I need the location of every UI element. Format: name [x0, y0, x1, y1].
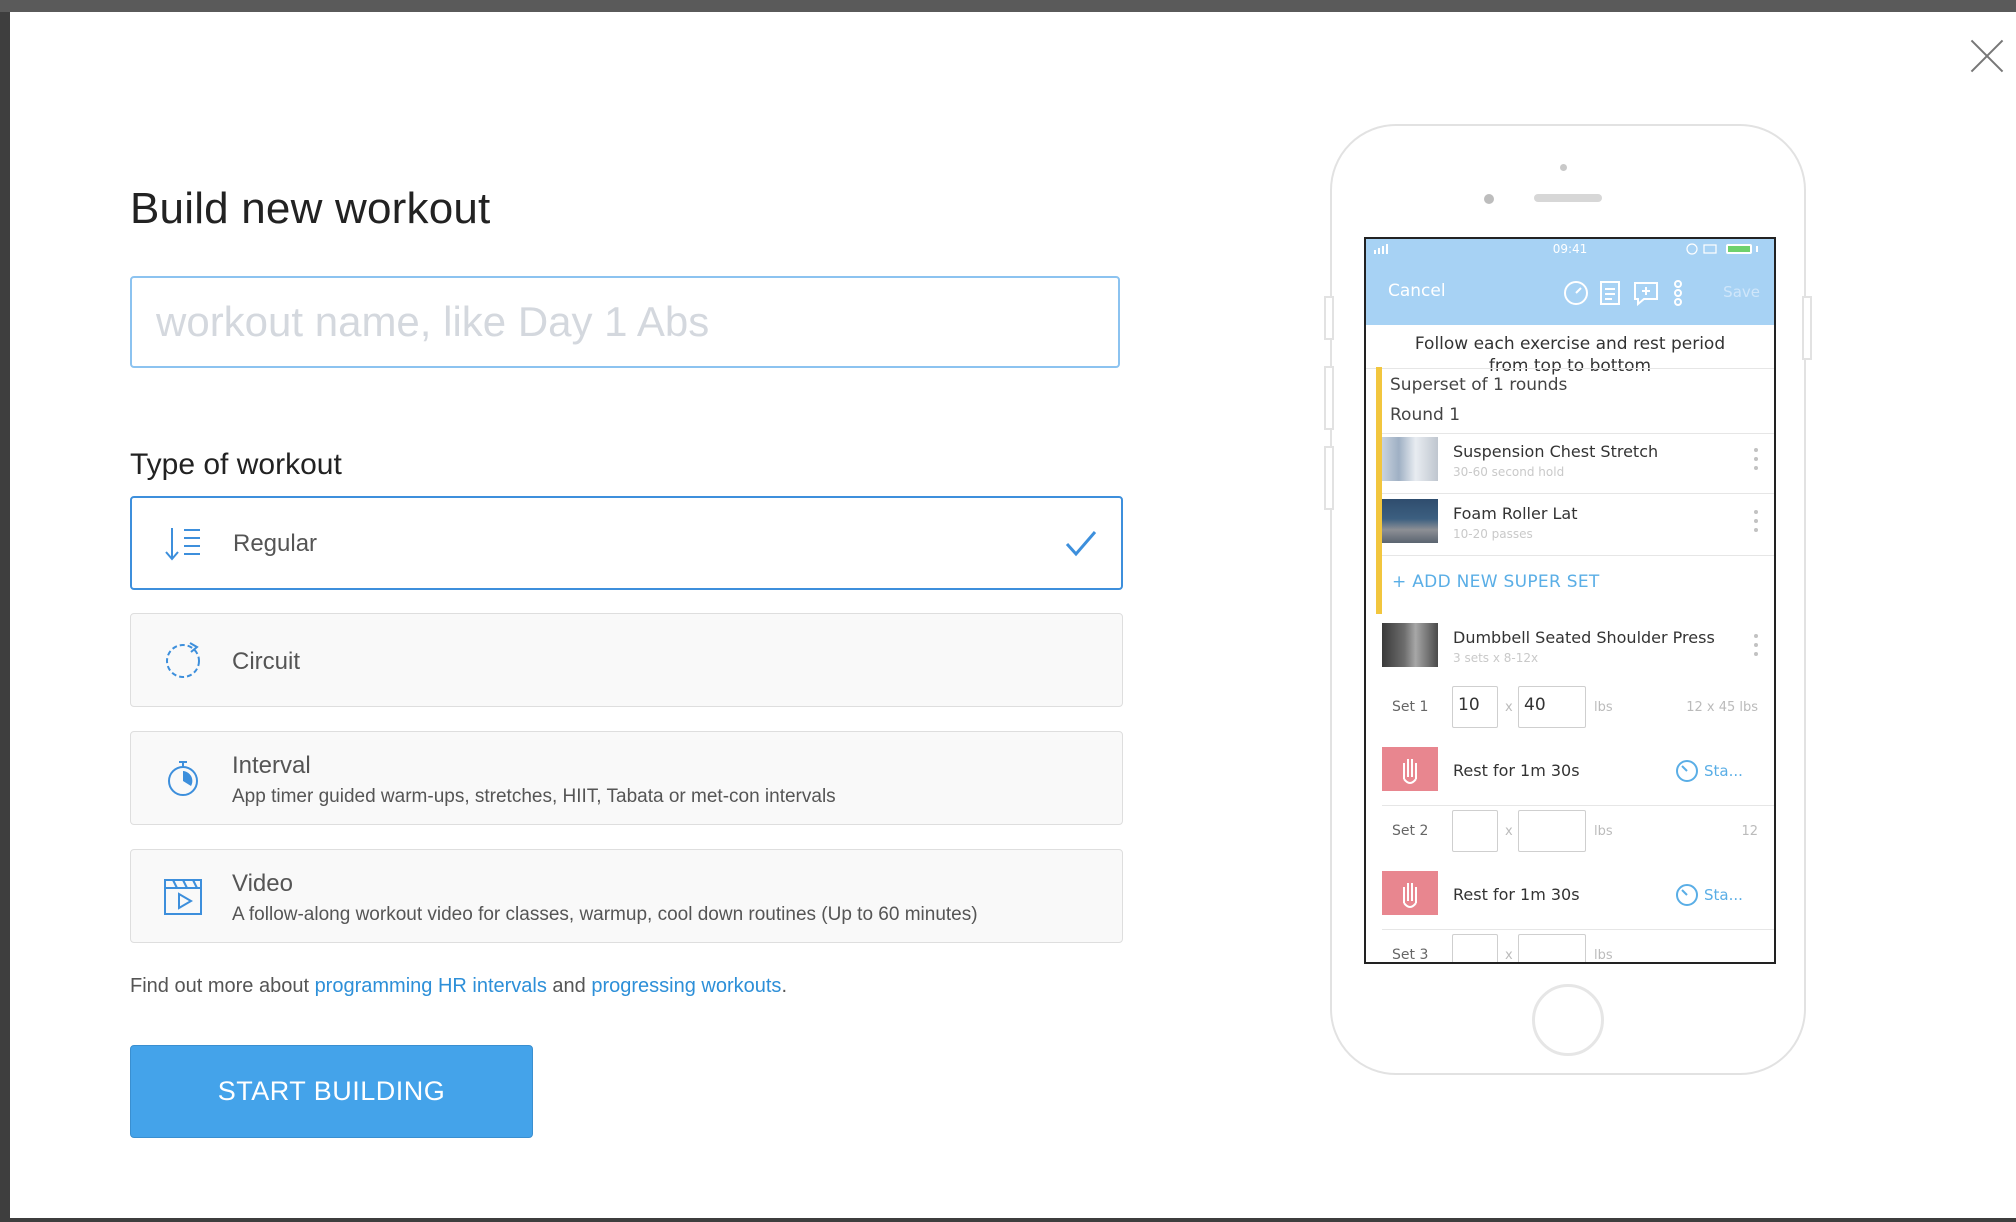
exercise-thumbnail — [1382, 499, 1438, 543]
weight-input[interactable]: 40 — [1518, 686, 1586, 728]
video-clapper-icon — [164, 879, 202, 915]
option-title-interval: Interval — [232, 752, 311, 779]
round-label: Round 1 — [1390, 405, 1461, 425]
rest-label: Rest for 1m 30s — [1453, 885, 1580, 904]
progressing-workouts-link[interactable]: progressing workouts — [591, 975, 781, 997]
info-suffix: . — [781, 975, 787, 997]
reps-input[interactable] — [1452, 810, 1498, 852]
status-bar: 09:41 — [1366, 239, 1774, 259]
option-desc-video: A follow-along workout video for classes… — [232, 904, 978, 925]
circuit-refresh-icon — [166, 642, 200, 678]
exercise-menu-icon[interactable] — [1754, 510, 1758, 532]
rest-thumbnail — [1382, 871, 1438, 915]
reps-input[interactable] — [1452, 934, 1498, 962]
weight-input[interactable] — [1518, 934, 1586, 962]
reps-input[interactable]: 10 — [1452, 686, 1498, 728]
exercise-detail: 3 sets x 8-12x — [1453, 651, 1539, 665]
weight-input[interactable] — [1518, 810, 1586, 852]
rest-timer-icon — [1676, 884, 1698, 906]
divider — [1366, 368, 1774, 369]
hr-intervals-link[interactable]: programming HR intervals — [315, 975, 547, 997]
info-text: Find out more about programming HR inter… — [130, 975, 787, 998]
phone-side-button — [1324, 296, 1334, 340]
build-workout-modal: Build new workout Type of workout Regula… — [10, 12, 2016, 1218]
divider — [1382, 805, 1774, 806]
workout-type-heading: Type of workout — [130, 448, 342, 481]
unit-label: lbs — [1594, 948, 1613, 963]
phone-sensor — [1560, 164, 1567, 171]
rest-thumbnail — [1382, 747, 1438, 791]
info-prefix: Find out more about — [130, 975, 315, 997]
option-title-video: Video — [232, 870, 293, 897]
workout-type-video[interactable]: Video A follow-along workout video for c… — [130, 849, 1123, 943]
phone-side-button — [1802, 296, 1812, 360]
workout-type-circuit[interactable]: Circuit — [130, 613, 1123, 707]
exercise-detail: 10-20 passes — [1453, 527, 1533, 541]
modal-title: Build new workout — [130, 184, 491, 233]
option-title-circuit: Circuit — [232, 648, 301, 675]
set-label: Set 3 — [1392, 947, 1429, 963]
exercise-menu-icon[interactable] — [1754, 448, 1758, 470]
divider — [1382, 929, 1774, 930]
divider — [1382, 555, 1774, 556]
hand-stop-icon — [1403, 883, 1417, 908]
phone-side-button — [1324, 366, 1334, 430]
phone-speaker — [1534, 194, 1602, 202]
phone-screen: 09:41 Cancel Save Follow each exercise a… — [1364, 237, 1776, 964]
previous-set-value: 12 x 45 lbs — [1686, 700, 1758, 715]
timer-icon[interactable] — [1562, 279, 1590, 307]
rest-label: Rest for 1m 30s — [1453, 761, 1580, 780]
start-rest-button[interactable]: Sta... — [1704, 762, 1743, 780]
phone-side-button — [1324, 446, 1334, 510]
checkmark-icon — [1065, 531, 1097, 557]
more-options-icon[interactable] — [1664, 279, 1692, 307]
exercise-detail: 30-60 second hold — [1453, 465, 1565, 479]
previous-set-value: 12 — [1741, 824, 1758, 839]
rest-timer-icon — [1676, 760, 1698, 782]
divider — [1382, 493, 1774, 494]
add-comment-icon[interactable] — [1632, 279, 1660, 307]
exercise-name: Dumbbell Seated Shoulder Press — [1453, 628, 1715, 647]
workout-type-regular[interactable]: Regular — [130, 496, 1123, 590]
exercise-thumbnail — [1382, 437, 1438, 481]
superset-title: Superset of 1 rounds — [1390, 375, 1568, 395]
battery-icon — [1686, 243, 1758, 255]
phone-camera — [1484, 194, 1494, 204]
hand-stop-icon — [1403, 759, 1417, 784]
workout-name-input[interactable] — [130, 276, 1120, 368]
set-label: Set 1 — [1392, 699, 1429, 715]
stopwatch-icon — [168, 761, 198, 796]
start-building-button[interactable]: START BUILDING — [130, 1045, 533, 1138]
option-title-regular: Regular — [233, 530, 318, 557]
phone-home-button — [1532, 984, 1604, 1056]
exercise-thumbnail — [1382, 623, 1438, 667]
instruction-line-1: Follow each exercise and rest period — [1414, 334, 1726, 354]
save-button[interactable]: Save — [1723, 283, 1760, 301]
set-label: Set 2 — [1392, 823, 1429, 839]
info-middle: and — [546, 975, 592, 997]
add-super-set-button[interactable]: + ADD NEW SUPER SET — [1392, 572, 1600, 592]
exercise-menu-icon[interactable] — [1754, 634, 1758, 656]
unit-label: lbs — [1594, 700, 1613, 715]
times-sign: x — [1505, 948, 1513, 963]
cancel-button[interactable]: Cancel — [1388, 281, 1446, 301]
exercise-name: Foam Roller Lat — [1453, 504, 1578, 523]
times-sign: x — [1505, 700, 1513, 715]
unit-label: lbs — [1594, 824, 1613, 839]
list-sort-icon — [165, 528, 200, 561]
instruction-text: Follow each exercise and rest period fro… — [1366, 333, 1774, 377]
exercise-name: Suspension Chest Stretch — [1453, 442, 1659, 461]
instruction-line-2: from top to bottom — [1488, 356, 1652, 376]
option-desc-interval: App timer guided warm-ups, stretches, HI… — [232, 786, 836, 807]
notes-icon[interactable] — [1596, 279, 1624, 307]
divider — [1382, 433, 1774, 434]
superset-indicator-bar — [1376, 367, 1382, 614]
background-page-strip — [0, 0, 2016, 12]
start-rest-button[interactable]: Sta... — [1704, 886, 1743, 904]
times-sign: x — [1505, 824, 1513, 839]
workout-type-interval[interactable]: Interval App timer guided warm-ups, stre… — [130, 731, 1123, 825]
app-top-bar: Cancel Save — [1366, 259, 1774, 325]
close-icon[interactable] — [1966, 34, 2010, 78]
